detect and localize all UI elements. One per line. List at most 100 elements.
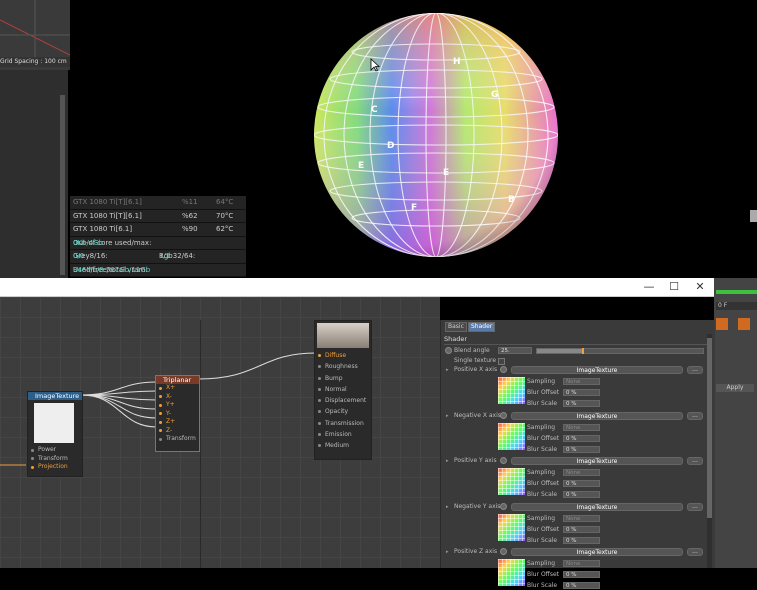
axis-toggle[interactable] [500, 366, 507, 373]
tab-basic[interactable]: Basic [445, 322, 467, 332]
port-z-minus[interactable]: Z- [156, 427, 199, 436]
axis-label: Positive Y axis [454, 457, 497, 464]
tab-shader[interactable]: Shader [468, 322, 496, 332]
texture-button[interactable]: ImageTexture [511, 457, 683, 465]
slider-knob[interactable] [581, 348, 584, 354]
port-power[interactable]: Power [28, 446, 82, 455]
sampling-select[interactable]: None [563, 560, 600, 567]
port-x-minus[interactable]: X- [156, 393, 199, 402]
blur-scale-field[interactable]: 0 % [563, 445, 600, 453]
render-edge-handle[interactable] [750, 210, 757, 222]
axis-toggle[interactable] [500, 457, 507, 464]
sampling-select[interactable]: None [563, 423, 600, 431]
blend-angle-slider[interactable] [536, 348, 704, 354]
texture-button[interactable]: ImageTexture [511, 548, 683, 556]
more-button[interactable]: ... [687, 548, 703, 556]
sampling-label: Sampling [527, 378, 556, 385]
port-y-minus[interactable]: Y- [156, 410, 199, 419]
blur-scale-field[interactable]: 0 % [563, 536, 600, 544]
animate-toggle[interactable] [445, 347, 452, 354]
texture-thumbnail [498, 559, 525, 586]
sampling-select[interactable]: None [563, 469, 600, 476]
sampling-select[interactable]: None [563, 514, 600, 522]
expand-triangle-icon[interactable]: ▸ [446, 458, 449, 464]
sampling-select[interactable]: None [563, 378, 600, 385]
blend-angle-field[interactable]: 25. [498, 347, 532, 354]
sphere-label-c: C [371, 105, 378, 115]
blur-scale-field[interactable]: 0 % [563, 400, 600, 407]
expand-triangle-icon[interactable]: ▸ [446, 413, 449, 419]
port-transform[interactable]: Transform [156, 435, 199, 444]
expand-triangle-icon[interactable]: ▸ [446, 367, 449, 373]
texture-button[interactable]: ImageTexture [511, 502, 683, 511]
wire [80, 390, 158, 396]
gpu-name: GTX 1080 Ti[T][6.1] [73, 198, 142, 206]
gpu-row: GTX 1080 Ti[6.1] %90 62°C [70, 223, 246, 237]
axis-toggle[interactable] [500, 502, 507, 510]
more-button[interactable]: ... [687, 411, 703, 420]
close-button[interactable]: ✕ [691, 280, 709, 294]
render-stats-panel: GTX 1080 Ti[T][6.1] %11 64°C GTX 1080 Ti… [70, 196, 246, 277]
blur-scale-label: Blur Scale [527, 400, 558, 407]
sphere-label-h: H [453, 57, 461, 67]
gpu-load: %62 [182, 211, 198, 220]
blur-offset-label: Blur Offset [527, 480, 559, 487]
sphere-label-f: F [411, 203, 417, 213]
toolbar-icon[interactable] [738, 318, 750, 330]
expand-triangle-icon[interactable]: ▸ [446, 549, 449, 555]
port-z-plus[interactable]: Z+ [156, 418, 199, 427]
port-x-plus[interactable]: X+ [156, 384, 199, 393]
more-button[interactable]: ... [687, 457, 703, 465]
port-projection[interactable]: Projection [28, 463, 82, 472]
port-roughness[interactable]: Roughness [315, 361, 371, 372]
sampling-label: Sampling [527, 560, 556, 567]
axis-label: Positive X axis [454, 366, 498, 373]
out-of-core-value: 0Kb/4Gb [73, 238, 104, 247]
vram-row: Used/free/total vram: 346Mb/8.567Gb/11Gb [70, 263, 246, 277]
port-transmission[interactable]: Transmission [315, 418, 371, 429]
more-button[interactable]: ... [687, 502, 703, 511]
left-scrollbar[interactable] [60, 95, 65, 275]
port-normal[interactable]: Normal [315, 384, 371, 395]
port-bump[interactable]: Bump [315, 373, 371, 384]
material-node[interactable]: Diffuse Roughness Bump Normal Displaceme… [314, 320, 372, 460]
node-editor-titlebar[interactable]: — ☐ ✕ [0, 278, 714, 297]
attribute-scrollbar[interactable] [707, 334, 712, 568]
more-button[interactable]: ... [687, 366, 703, 374]
rgb-value: 1/1 [159, 252, 171, 260]
maximize-button[interactable]: ☐ [665, 280, 683, 294]
port-medium[interactable]: Medium [315, 440, 371, 451]
port-opacity[interactable]: Opacity [315, 406, 371, 417]
frame-field[interactable]: 0 F [716, 302, 757, 310]
port-diffuse[interactable]: Diffuse [315, 350, 371, 361]
blur-scale-field[interactable]: 0 % [563, 582, 600, 589]
axis-toggle[interactable] [500, 548, 507, 555]
texture-button[interactable]: ImageTexture [511, 366, 683, 374]
scrollbar-thumb[interactable] [707, 338, 712, 518]
blur-scale-field[interactable]: 0 % [563, 491, 600, 498]
image-texture-node[interactable]: ImageTexture Power Transform Projection [27, 391, 83, 477]
attribute-panel: Basic Shader Shader Blend angle 25. Sing… [440, 320, 715, 589]
port-emission[interactable]: Emission [315, 429, 371, 440]
blur-offset-field[interactable]: 0 % [563, 480, 600, 487]
port-displacement[interactable]: Displacement [315, 395, 371, 406]
port-transform[interactable]: Transform [28, 455, 82, 464]
blur-offset-field[interactable]: 0 % [563, 434, 600, 442]
axis-toggle[interactable] [500, 411, 507, 419]
expand-triangle-icon[interactable]: ▸ [446, 504, 449, 510]
single-texture-checkbox[interactable] [498, 358, 505, 365]
gpu-temp: 62°C [216, 225, 234, 233]
blur-offset-field[interactable]: 0 % [563, 389, 600, 396]
node-title: Triplanar [156, 376, 199, 384]
apply-button[interactable]: Apply [716, 384, 754, 392]
blur-scale-label: Blur Scale [527, 582, 558, 589]
toolbar-icon[interactable] [716, 318, 728, 330]
port-y-plus[interactable]: Y+ [156, 401, 199, 410]
texture-button[interactable]: ImageTexture [511, 411, 683, 420]
green-progress-bar [716, 290, 757, 294]
triplanar-node[interactable]: Triplanar X+ X- Y+ Y- Z+ Z- Transform [155, 375, 200, 452]
blur-offset-field[interactable]: 0 % [563, 571, 600, 578]
gpu-row: GTX 1080 Ti[T][6.1] %62 70°C [70, 209, 246, 223]
blur-offset-field[interactable]: 0 % [563, 525, 600, 533]
minimize-button[interactable]: — [640, 280, 658, 294]
